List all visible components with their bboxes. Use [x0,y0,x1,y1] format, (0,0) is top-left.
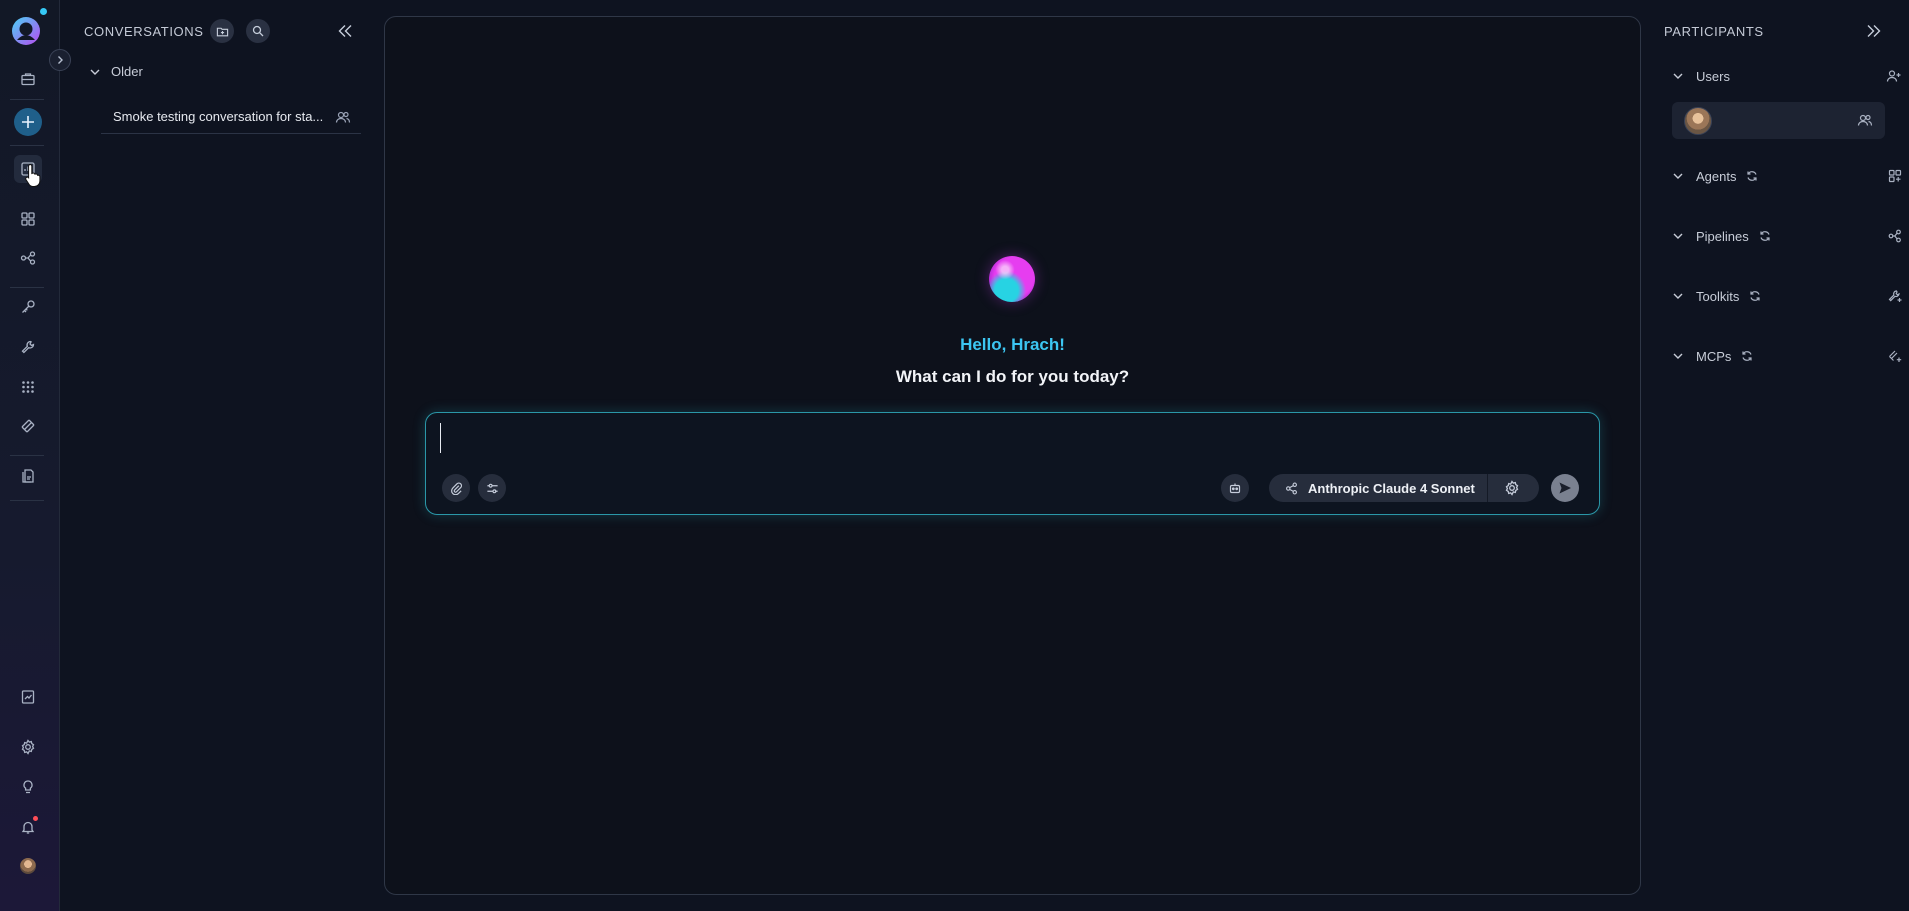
group-older[interactable]: Older [89,64,143,79]
section-agents[interactable]: Agents [1672,166,1902,186]
section-users[interactable]: Users [1672,66,1902,86]
folder-plus-icon [216,27,228,36]
mcp-plus-icon [1889,350,1902,362]
wrench-plus-icon [1888,290,1902,302]
section-toolkits[interactable]: Toolkits [1672,286,1902,306]
section-label: MCPs [1696,348,1732,364]
search-icon [252,25,264,37]
send-button[interactable] [1551,474,1579,502]
notification-badge [33,816,38,821]
pipeline-icon[interactable] [14,244,42,272]
chevron-down-icon [1673,233,1683,239]
chat-main: Hello, Hrach! What can I do for you toda… [384,16,1641,895]
conversations-panel: CONVERSATIONS Older Smoke testing conver… [61,0,361,911]
expand-rail-button[interactable] [49,49,71,71]
attach-button[interactable] [442,474,470,502]
conversation-title: Smoke testing conversation for sta... [113,109,324,124]
settings-icon[interactable] [14,733,42,761]
rail-divider [10,455,44,456]
chevron-down-icon [90,69,100,75]
section-mcps[interactable]: MCPs [1672,346,1902,366]
users-icon [1857,113,1873,127]
section-label: Agents [1696,168,1737,184]
share-nodes-icon [1285,482,1298,495]
sliders-icon [486,483,498,493]
gear-icon [1505,480,1519,496]
user-plus-icon [1886,70,1901,82]
refresh-icon[interactable] [1759,230,1771,242]
model-settings-button[interactable] [1504,480,1520,496]
collapse-participants-button[interactable] [1866,23,1882,39]
pill-divider [1487,474,1488,502]
section-label: Pipelines [1696,228,1749,244]
section-label: Toolkits [1696,288,1740,304]
message-input[interactable] [440,423,1580,453]
avatar [1684,106,1712,135]
participant-user[interactable] [1672,102,1885,139]
section-label: Users [1696,68,1730,84]
participants-panel: PARTICIPANTS Users Agents Pipelines Tool… [1660,0,1909,911]
paperclip-icon [450,482,462,495]
add-mcp-button[interactable] [1888,349,1902,363]
bulb-icon[interactable] [14,773,42,801]
artifact-icon[interactable] [14,462,42,490]
new-folder-button[interactable] [210,19,234,43]
wrench-icon[interactable] [14,333,42,361]
bell-icon[interactable] [14,813,42,841]
agent-select-button[interactable] [1221,474,1249,502]
key-icon[interactable] [14,293,42,321]
rail-divider [10,287,44,288]
cursor-hand-icon [25,163,41,187]
report-icon[interactable] [14,683,42,711]
pipeline-plus-icon [1888,229,1901,243]
collapse-conversations-button[interactable] [337,23,353,39]
chevron-down-icon [1673,353,1683,359]
icon-rail [0,0,60,911]
options-button[interactable] [478,474,506,502]
rail-divider [10,99,44,100]
robot-icon [1229,483,1241,494]
chevron-down-icon [1673,73,1683,79]
conversation-item[interactable]: Smoke testing conversation for sta... [101,100,361,134]
rail-divider [10,500,44,501]
refresh-icon[interactable] [1741,350,1753,362]
add-toolkit-button[interactable] [1888,289,1902,303]
greeting-subtitle: What can I do for you today? [895,367,1130,386]
add-agent-button[interactable] [1888,169,1902,183]
refresh-icon[interactable] [1746,170,1758,182]
double-chevron-right-icon [1867,25,1881,37]
apps-icon[interactable] [14,205,42,233]
logo-icon[interactable] [11,16,41,46]
model-label: Anthropic Claude 4 Sonnet [1308,480,1475,496]
users-icon [335,110,351,124]
greeting: Hello, Hrach! [960,335,1065,354]
double-chevron-left-icon [338,25,352,37]
participants-title: PARTICIPANTS [1664,24,1764,39]
apps-plus-icon [1888,169,1902,183]
chevron-down-icon [1673,293,1683,299]
model-selector[interactable]: Anthropic Claude 4 Sonnet [1269,474,1539,502]
send-icon [1559,482,1571,494]
mcp-icon[interactable] [14,412,42,440]
briefcase-icon[interactable] [14,65,42,93]
new-conversation-button[interactable] [14,108,42,136]
chevron-down-icon [1673,173,1683,179]
conversations-title: CONVERSATIONS [84,24,204,39]
refresh-icon[interactable] [1749,290,1761,302]
assistant-orb-icon [989,256,1035,302]
group-label: Older [111,64,143,79]
grid-icon[interactable] [14,373,42,401]
section-pipelines[interactable]: Pipelines [1672,226,1902,246]
message-composer: Anthropic Claude 4 Sonnet [425,412,1600,515]
status-dot [40,8,47,15]
add-pipeline-button[interactable] [1888,229,1902,243]
rail-divider [10,145,44,146]
search-conversations-button[interactable] [246,19,270,43]
add-user-button[interactable] [1886,69,1902,83]
avatar[interactable] [20,858,36,874]
